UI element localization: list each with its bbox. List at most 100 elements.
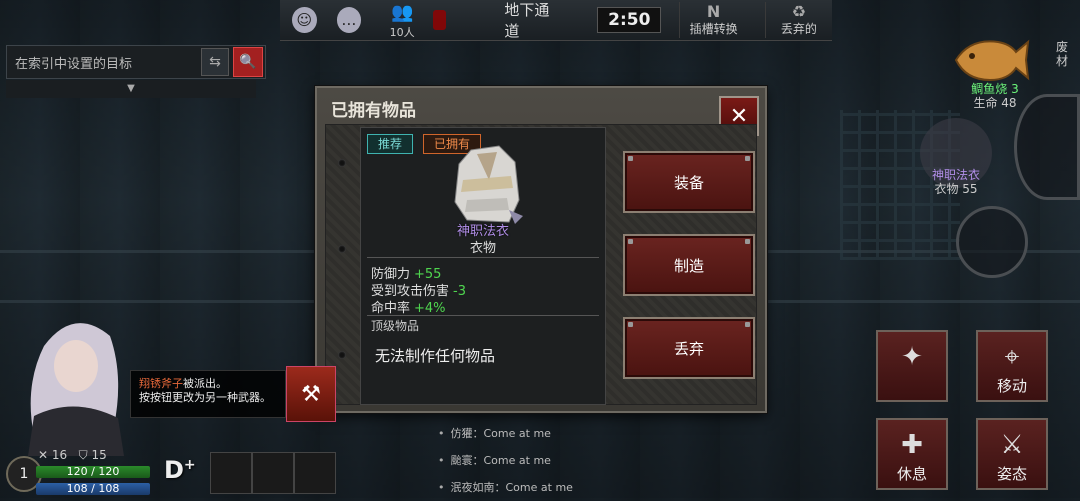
bolt	[628, 239, 633, 244]
discarded-label: 丢弃的	[780, 21, 817, 36]
bullet: •	[438, 427, 445, 440]
timer: 2:50	[597, 7, 662, 33]
recommended-badge: 推荐	[367, 134, 414, 154]
skill-slot[interactable]: ✦	[876, 330, 948, 402]
attack-value: 16	[51, 448, 68, 462]
swap-button[interactable]: ⇆	[201, 48, 229, 76]
move-label: 移动	[996, 377, 1027, 395]
waste-material-label: 废 材	[1056, 40, 1068, 68]
alert-icon	[433, 10, 447, 30]
search-button[interactable]: 🔍	[233, 47, 263, 77]
move-button[interactable]: ⌖ 移动	[976, 330, 1048, 402]
chat-line: • 泯夜如南：Come at me	[438, 481, 573, 494]
taiyaki-count: 3	[1011, 82, 1019, 96]
shield-icon: ⛉	[78, 448, 88, 462]
slot-switch-button[interactable]: N 插槽转换	[679, 2, 746, 38]
character-stats: ✕ 16 ⛉ 15	[38, 448, 107, 463]
rest-button[interactable]: ✚ 休息	[876, 418, 948, 490]
search-input[interactable]: 在索引中设置的目标	[7, 53, 201, 72]
axe-icon: ⚒	[301, 381, 321, 407]
mp-bar: 108 / 108	[36, 483, 150, 495]
owned-item-dialog: 已拥有物品 ✕ 推荐 已拥有 神职法衣 衣物 防御力+55 受到攻击伤害-3	[315, 86, 767, 413]
emote-icon[interactable]: ☺	[292, 7, 317, 33]
weapon-wheel[interactable]	[1014, 94, 1080, 200]
waste-line1: 废	[1056, 40, 1069, 54]
chat-user: 仿獾	[450, 427, 473, 440]
hp-bar: 120 / 120	[36, 466, 150, 478]
discard-button[interactable]: 丢弃	[623, 317, 755, 379]
players-count: 10人	[389, 26, 415, 39]
taiyaki-name: 鲷鱼烧	[971, 82, 1008, 96]
weapon-notice: 翔锈斧子被派出。 按按钮更改为另一种武器。	[130, 370, 286, 418]
equip-label: 装备	[673, 173, 704, 192]
location-name: 地下通道	[504, 1, 550, 40]
chat-message: Come at me	[483, 454, 551, 467]
chat-message: Come at me	[483, 427, 551, 440]
players-button[interactable]: 👥 10人	[383, 2, 421, 39]
bolt	[745, 156, 750, 161]
rank-letter: D	[164, 456, 184, 484]
attack-button[interactable]	[956, 206, 1028, 278]
crossed-swords-icon: ⚔	[1000, 430, 1024, 460]
map-pin-icon: ⌖	[1004, 342, 1020, 372]
robe-slot-name: 神职法衣	[931, 168, 980, 182]
inventory-slot[interactable]	[210, 452, 252, 494]
chat-user: 泯夜如南	[450, 481, 495, 494]
bullet: •	[438, 454, 445, 467]
bullet: •	[438, 481, 445, 494]
defense-value: 15	[91, 448, 107, 462]
dialog-body: 推荐 已拥有 神职法衣 衣物 防御力+55 受到攻击伤害-3 命中率+4%	[325, 124, 757, 405]
people-icon: 👥	[390, 2, 414, 23]
chat-message: Come at me	[505, 481, 573, 494]
chat-line: • 仿獾：Come at me	[438, 427, 551, 440]
stat-value: +4%	[414, 301, 446, 316]
swap-weapon-button[interactable]: ⚒	[286, 366, 336, 422]
stance-label: 姿态	[996, 465, 1027, 483]
craft-button[interactable]: 制造	[623, 234, 755, 296]
chat-log: • 仿獾：Come at me • 颱寰：Come at me • 泯夜如南：Come…	[438, 420, 573, 501]
chat-user: 颱寰	[450, 454, 473, 467]
character-portrait[interactable]	[14, 306, 134, 456]
robe-slot-label: 神职法衣 衣物 55	[906, 168, 1006, 196]
stat-hit-rate: 命中率 +4%	[371, 297, 446, 316]
rivet	[338, 245, 346, 253]
waste-line2: 材	[1056, 54, 1069, 68]
dropdown-toggle[interactable]: ▼	[6, 80, 256, 98]
attack-icon: ✕	[38, 448, 49, 462]
notice-line2: 按按钮更改为另一种武器。	[139, 391, 271, 404]
notice-line1: 被派出。	[183, 377, 227, 390]
stat-label: 命中率	[371, 301, 411, 316]
target-search: 在索引中设置的目标 ⇆ 🔍	[6, 45, 266, 79]
craft-label: 制造	[673, 256, 704, 275]
craft-note: 无法制作任何物品	[375, 347, 496, 365]
rivet	[338, 351, 346, 359]
item-info-panel: 推荐 已拥有 神职法衣 衣物 防御力+55 受到攻击伤害-3 命中率+4%	[360, 127, 606, 405]
chat-icon[interactable]: …	[336, 7, 362, 33]
robe-item-icon	[454, 145, 523, 224]
robe-slot-count: 衣物 55	[934, 182, 978, 196]
taiyaki-icon[interactable]	[950, 30, 1030, 90]
skill-icon: ✦	[901, 342, 923, 372]
bolt	[628, 156, 633, 161]
rank-modifier: +	[183, 457, 196, 473]
top-bar: ☺ … 👥 10人 地下通道 2:50 N 插槽转换 ♻ 丢弃的	[280, 0, 832, 41]
discarded-button[interactable]: ♻ 丢弃的	[764, 2, 832, 38]
stance-button[interactable]: ⚔ 姿态	[976, 418, 1048, 490]
discard-label: 丢弃	[673, 339, 704, 358]
slot-switch-label: 插槽转换	[689, 21, 738, 36]
divider	[367, 315, 599, 316]
bolt	[745, 239, 750, 244]
chat-line: • 颱寰：Come at me	[438, 454, 551, 467]
slot-switch-icon: N	[706, 1, 721, 21]
rank-badge: D+	[164, 456, 196, 484]
divider	[367, 257, 599, 258]
inventory-slot[interactable]	[294, 452, 336, 494]
rest-label: 休息	[896, 465, 927, 483]
bolt	[745, 322, 750, 327]
cross-icon: ✚	[901, 430, 923, 460]
bolt	[628, 322, 633, 327]
equip-button[interactable]: 装备	[623, 151, 755, 213]
rivet	[338, 159, 346, 167]
inventory-slot[interactable]	[252, 452, 294, 494]
dialog-title: 已拥有物品	[331, 101, 416, 121]
